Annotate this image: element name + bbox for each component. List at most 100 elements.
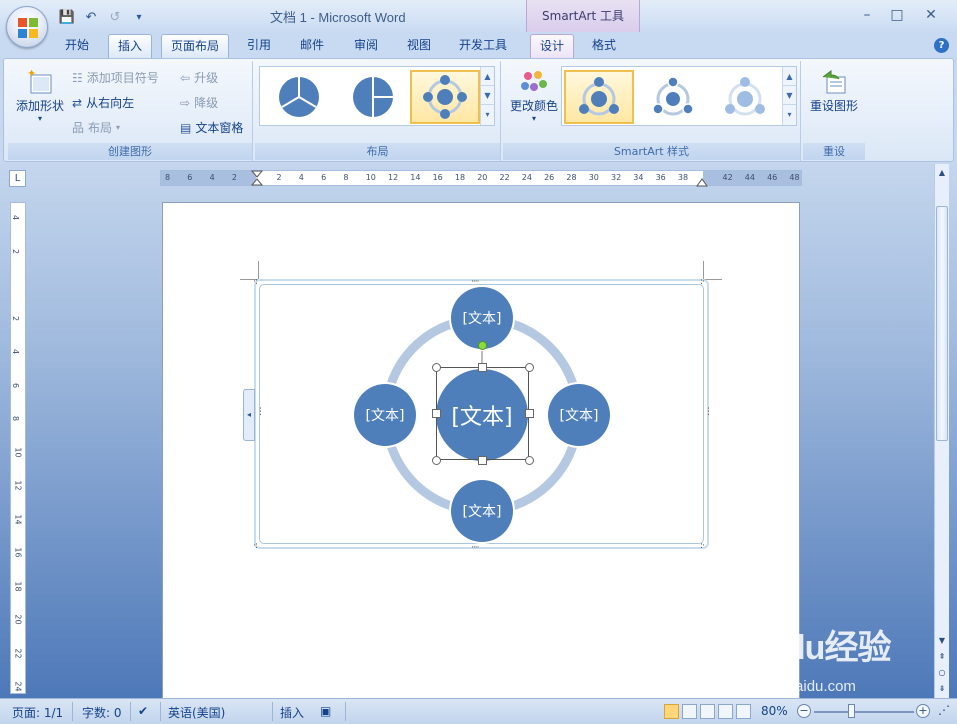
ruler-tick-label: 20 — [477, 173, 488, 182]
tab-developer[interactable]: 开发工具 — [450, 34, 516, 58]
rotate-handle[interactable] — [478, 341, 487, 350]
style-gallery-scroll[interactable]: ▲ ▼ ▾ — [782, 67, 796, 125]
save-icon[interactable]: 💾 — [58, 8, 76, 26]
redo-icon[interactable]: ↺ — [106, 8, 124, 26]
zoom-slider[interactable] — [814, 711, 914, 713]
draft-view-button[interactable] — [736, 704, 751, 719]
resize-handle-br[interactable] — [525, 456, 534, 465]
insert-mode[interactable]: 插入 — [280, 704, 304, 721]
tab-view[interactable]: 视图 — [398, 34, 440, 58]
tab-format[interactable]: 格式 — [583, 34, 625, 58]
zoom-in-button[interactable]: + — [916, 704, 930, 718]
smartart-tools-header: SmartArt 工具 — [526, 0, 640, 32]
resize-handle-l[interactable] — [432, 409, 441, 418]
page-count[interactable]: 页面: 1/1 — [12, 704, 63, 721]
office-button[interactable] — [6, 6, 48, 48]
tab-review[interactable]: 审阅 — [345, 34, 387, 58]
text-pane-button[interactable]: ▤ 文本窗格 — [180, 119, 243, 136]
document-page[interactable]: ◂ ···· ···· ·: :· ·: :· ⋮ ⋮ [文本] [文本] [文… — [162, 202, 800, 702]
layout-button[interactable]: 品 布局 ▾ — [72, 119, 120, 136]
vertical-ruler[interactable]: 4 2 2 4 6 8 10 12 14 16 18 20 22 24 — [10, 202, 26, 694]
text-pane-toggle[interactable]: ◂ — [243, 389, 255, 441]
tab-design[interactable]: 设计 — [530, 34, 575, 58]
add-bullet-button[interactable]: ☷ 添加项目符号 — [72, 69, 159, 86]
ruler-tick-label: 6 — [321, 173, 327, 182]
horizontal-ruler[interactable]: 8 6 4 2 2 4 6 8 10 12 14 16 18 20 22 24 26 28 30 32 34 36 38 42… — [160, 170, 802, 187]
macro-record-icon[interactable]: ▣ — [320, 704, 331, 718]
layout-option-segmented[interactable] — [338, 70, 408, 124]
scroll-down-icon[interactable]: ▼ — [936, 634, 948, 648]
select-browse-object-icon[interactable]: ○ — [936, 666, 948, 680]
smartart-node-top[interactable]: [文本] — [451, 287, 513, 349]
scroll-up-icon[interactable]: ▲ — [783, 67, 796, 86]
resize-handle-bl[interactable] — [432, 456, 441, 465]
style-option-light[interactable] — [710, 70, 780, 124]
tab-page-layout[interactable]: 页面布局 — [161, 34, 230, 58]
change-colors-button[interactable]: 更改颜色 ▾ — [507, 69, 561, 123]
language[interactable]: 英语(美国) — [168, 704, 225, 721]
ruler-tick-label: 20 — [13, 614, 23, 625]
style-option-flat[interactable] — [564, 70, 634, 124]
ruler-tick-label: 28 — [566, 173, 577, 182]
ruler-tick-label: 38 — [677, 173, 689, 182]
scroll-up-icon[interactable]: ▲ — [481, 67, 494, 86]
layout-gallery-scroll[interactable]: ▲ ▼ ▾ — [480, 67, 494, 125]
undo-icon[interactable]: ↶ — [82, 8, 100, 26]
scroll-up-icon[interactable]: ▲ — [936, 166, 948, 180]
tab-mailings[interactable]: 邮件 — [291, 34, 333, 58]
style-option-outline[interactable] — [638, 70, 708, 124]
layout-option-radial[interactable] — [410, 70, 480, 124]
demote-button[interactable]: ⇨ 降级 — [180, 94, 218, 111]
right-to-left-button[interactable]: ⇄ 从右向左 — [72, 94, 134, 111]
help-icon[interactable]: ? — [934, 38, 949, 53]
layout-gallery: ▲ ▼ ▾ — [259, 66, 495, 126]
next-page-icon[interactable]: ⇟ — [936, 682, 948, 696]
resize-handle-t[interactable] — [478, 363, 487, 372]
full-screen-reading-button[interactable] — [682, 704, 697, 719]
resize-handle-tr[interactable] — [525, 363, 534, 372]
print-layout-view-button[interactable] — [664, 704, 679, 719]
group-reset: 重设图形 重设 — [803, 61, 865, 161]
resize-handle-r[interactable] — [525, 409, 534, 418]
scroll-thumb[interactable] — [936, 206, 948, 441]
zoom-slider-thumb[interactable] — [848, 704, 855, 718]
resize-grip-icon[interactable]: ⋰ — [938, 703, 950, 717]
reset-graphic-button[interactable]: 重设图形 — [805, 67, 863, 114]
customize-qat-icon[interactable]: ▾ — [130, 8, 148, 26]
promote-button[interactable]: ⇦ 升级 — [180, 69, 218, 86]
vertical-scrollbar[interactable]: ▲ ▼ ⇞ ○ ⇟ — [934, 164, 949, 698]
add-bullet-label: 添加项目符号 — [86, 71, 159, 85]
web-layout-button[interactable] — [700, 704, 715, 719]
smartart-node-left[interactable]: [文本] — [354, 384, 416, 446]
prev-page-icon[interactable]: ⇞ — [936, 650, 948, 664]
proofing-icon[interactable]: ✔ — [138, 704, 148, 718]
resize-handle-b[interactable] — [478, 456, 487, 465]
layout-option-pie[interactable] — [264, 70, 334, 124]
gallery-more-icon[interactable]: ▾ — [481, 105, 494, 124]
text-pane-label: 文本窗格 — [195, 121, 244, 135]
minimize-button[interactable]: – — [856, 6, 878, 24]
right-indent-marker-icon[interactable] — [696, 177, 708, 187]
tab-selector[interactable]: L — [9, 170, 26, 187]
close-button[interactable]: ✕ — [920, 6, 942, 24]
smartart-node-bottom[interactable]: [文本] — [451, 480, 513, 542]
add-shape-button[interactable]: ✦ 添加形状 ▾ — [14, 67, 66, 123]
word-count[interactable]: 字数: 0 — [82, 704, 122, 721]
zoom-out-button[interactable]: − — [797, 704, 811, 718]
smartart-frame[interactable]: ◂ ···· ···· ·: :· ·: :· ⋮ ⋮ [文本] [文本] [文… — [243, 278, 713, 553]
tab-insert[interactable]: 插入 — [108, 34, 153, 58]
zoom-level[interactable]: 80% — [761, 704, 788, 718]
outline-view-button[interactable] — [718, 704, 733, 719]
maximize-button[interactable]: □ — [886, 6, 908, 24]
scroll-down-icon[interactable]: ▼ — [783, 86, 796, 105]
ruler-tick-label: 24 — [13, 681, 23, 692]
smartart-node-right[interactable]: [文本] — [548, 384, 610, 446]
indent-marker-icon[interactable] — [251, 170, 263, 187]
gallery-more-icon[interactable]: ▾ — [783, 105, 796, 124]
ruler-tick-label: 22 — [13, 647, 23, 659]
tab-references[interactable]: 引用 — [238, 34, 280, 58]
ruler-tick-label: 4 — [11, 348, 21, 355]
resize-handle-tl[interactable] — [432, 363, 441, 372]
scroll-down-icon[interactable]: ▼ — [481, 86, 494, 105]
tab-home[interactable]: 开始 — [56, 34, 98, 58]
